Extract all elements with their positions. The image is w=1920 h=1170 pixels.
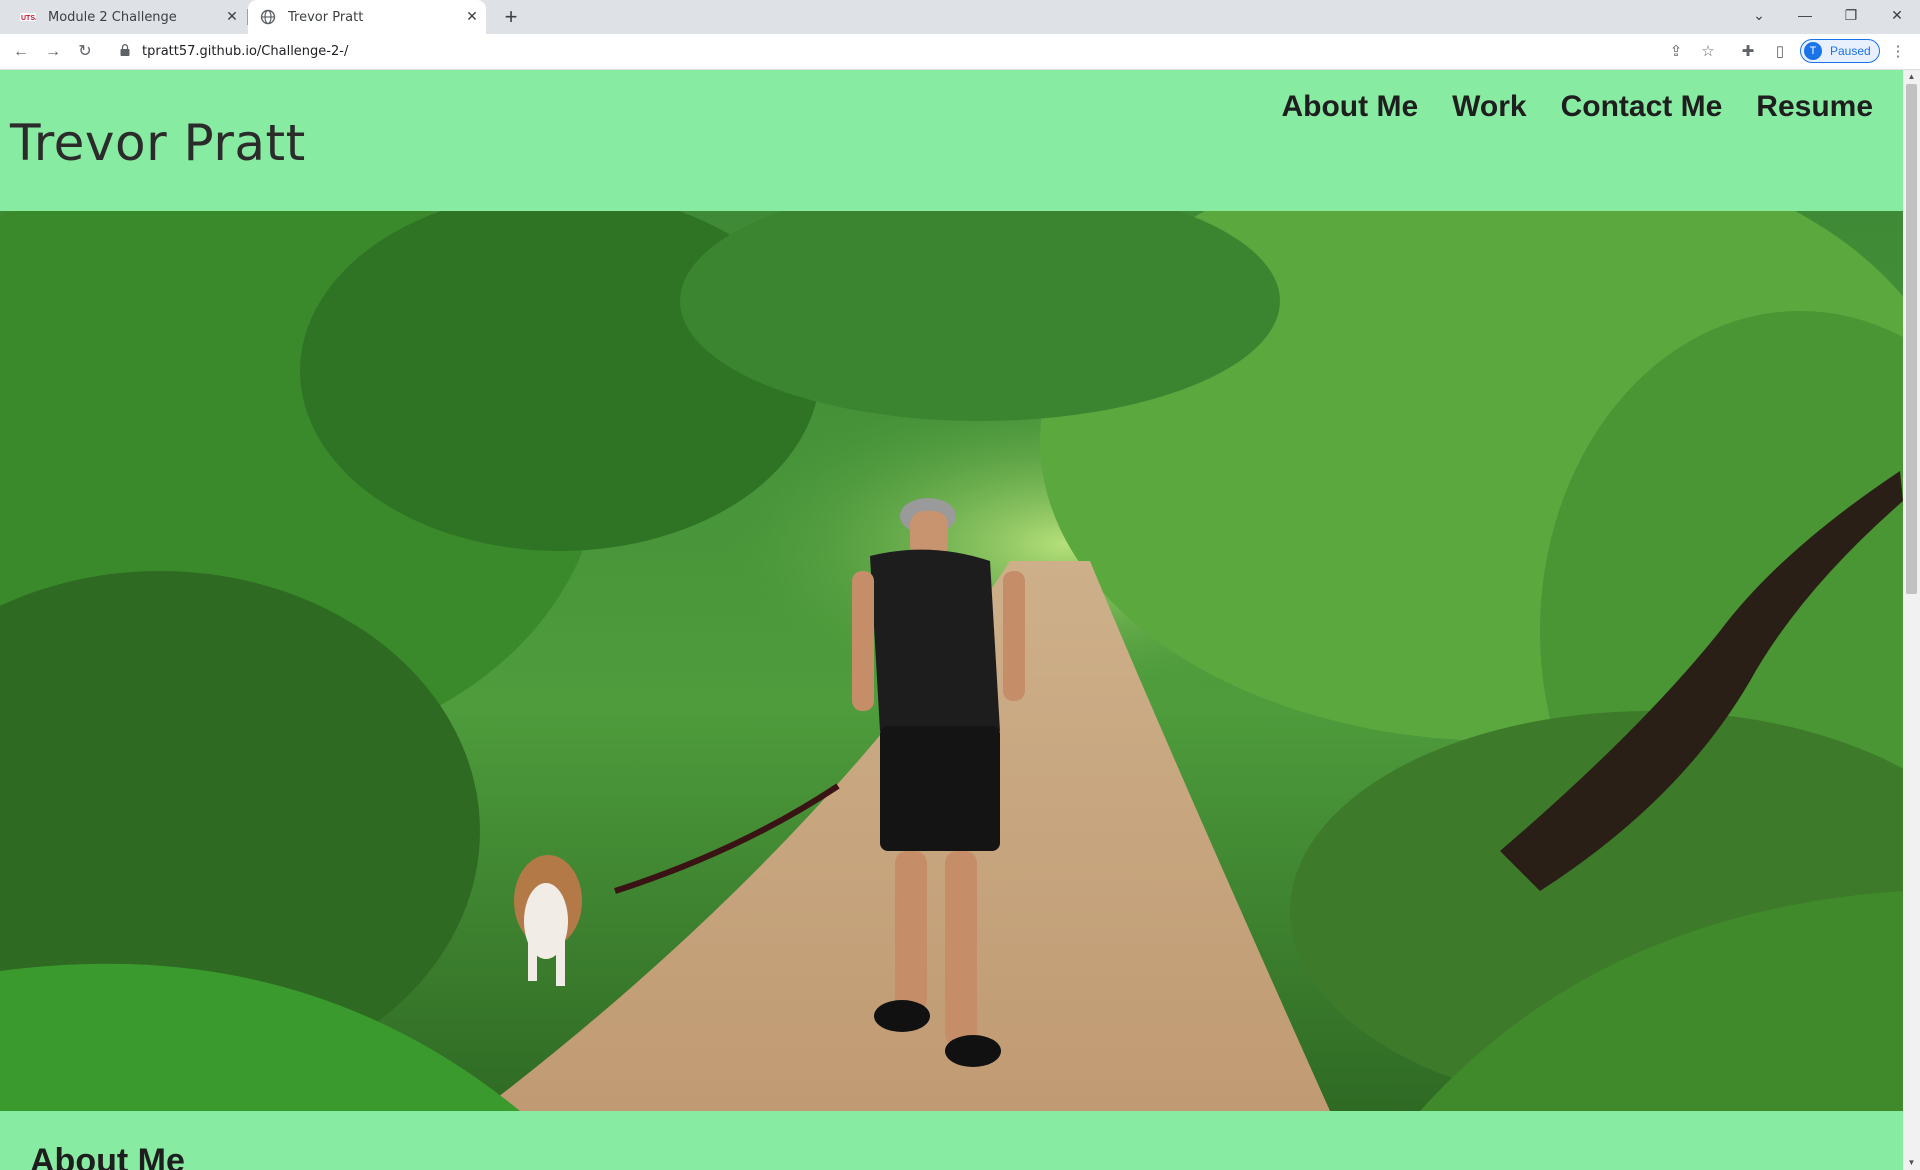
close-tab-icon[interactable]: ✕ xyxy=(458,9,486,25)
site-header: Trevor Pratt About Me Work Contact Me Re… xyxy=(0,70,1903,211)
tab-search-chevron-icon[interactable]: ⌄ xyxy=(1736,0,1782,30)
lock-icon xyxy=(120,44,130,56)
address-bar[interactable]: tpratt57.github.io/Challenge-2-/ xyxy=(108,37,1688,67)
nav-link-resume[interactable]: Resume xyxy=(1756,90,1873,124)
globe-icon xyxy=(260,9,276,25)
browser-toolbar: ← → ↻ tpratt57.github.io/Challenge-2-/ ⇪… xyxy=(0,34,1920,70)
tab-trevor-pratt[interactable]: Trevor Pratt ✕ xyxy=(248,0,486,34)
url-text: tpratt57.github.io/Challenge-2-/ xyxy=(142,44,349,59)
side-panel-icon[interactable]: ▯ xyxy=(1770,42,1790,62)
new-tab-button[interactable]: + xyxy=(498,4,524,30)
tab-title: Module 2 Challenge xyxy=(48,9,177,25)
nav-link-work[interactable]: Work xyxy=(1452,90,1526,124)
tab-module-2-challenge[interactable]: UTSA Module 2 Challenge ✕ xyxy=(8,0,248,34)
page-scrollbar[interactable]: ▲ ▼ xyxy=(1903,70,1920,1170)
back-arrow-icon[interactable]: ← xyxy=(9,40,33,64)
nav-link-contact-me[interactable]: Contact Me xyxy=(1561,90,1723,124)
extensions-puzzle-icon[interactable]: ✚ xyxy=(1738,42,1758,62)
hero-image xyxy=(0,211,1903,1111)
profile-status: Paused xyxy=(1830,44,1871,58)
usa-favicon-icon: UTSA xyxy=(20,13,36,22)
nav-link-about-me[interactable]: About Me xyxy=(1281,90,1418,124)
site-nav: About Me Work Contact Me Resume xyxy=(1281,90,1873,124)
close-tab-icon[interactable]: ✕ xyxy=(218,9,246,25)
minimize-window-icon[interactable]: — xyxy=(1782,0,1828,30)
profile-button[interactable]: T Paused xyxy=(1800,39,1880,63)
svg-text:UTSA: UTSA xyxy=(21,15,36,22)
reload-icon[interactable]: ↻ xyxy=(73,40,97,64)
restore-window-icon[interactable]: ❐ xyxy=(1828,0,1874,30)
share-icon[interactable]: ⇪ xyxy=(1666,42,1686,62)
scrollbar-thumb[interactable] xyxy=(1906,84,1917,594)
scroll-down-arrow-icon[interactable]: ▼ xyxy=(1903,1156,1920,1170)
page-viewport: Trevor Pratt About Me Work Contact Me Re… xyxy=(0,70,1903,1170)
tab-title: Trevor Pratt xyxy=(288,9,364,25)
bookmark-star-icon[interactable]: ☆ xyxy=(1698,42,1718,62)
menu-kebab-icon[interactable]: ⋮ xyxy=(1888,42,1908,62)
section-heading-about-me: About Me xyxy=(30,1142,185,1170)
site-title: Trevor Pratt xyxy=(10,114,306,172)
tab-strip: UTSA Module 2 Challenge ✕ Trevor Pratt ✕… xyxy=(0,0,1920,34)
avatar: T xyxy=(1804,42,1822,60)
scroll-up-arrow-icon[interactable]: ▲ xyxy=(1903,70,1920,84)
forward-arrow-icon[interactable]: → xyxy=(41,40,65,64)
close-window-icon[interactable]: ✕ xyxy=(1874,0,1920,30)
